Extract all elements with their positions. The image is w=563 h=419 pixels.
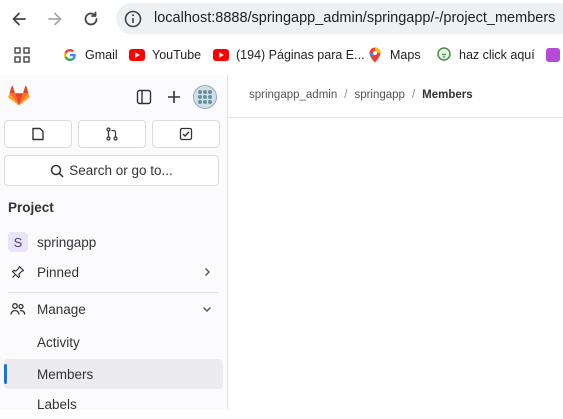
bookmark-label: Gmail	[85, 48, 118, 62]
users-icon	[8, 299, 28, 319]
breadcrumb-link-namespace[interactable]: springapp_admin	[249, 89, 337, 101]
site-info-icon[interactable]	[123, 9, 143, 29]
sidebar-item-labels[interactable]: Labels	[0, 389, 227, 419]
sidebar-item-project[interactable]: S springapp	[0, 227, 227, 257]
active-indicator	[4, 364, 7, 384]
bookmark-gmail[interactable]: Gmail	[62, 46, 118, 64]
plus-icon[interactable]	[166, 89, 182, 105]
avatar[interactable]	[193, 85, 217, 109]
breadcrumb-current: Members	[422, 89, 473, 101]
merge-request-icon	[106, 127, 118, 141]
sidebar-item-label: Labels	[37, 396, 77, 412]
sidebar-item-label: Activity	[37, 334, 80, 350]
apps-grid-icon	[14, 47, 30, 63]
maps-pin-icon	[367, 47, 383, 63]
sidebar-header	[0, 75, 227, 117]
manage-label: Manage	[37, 301, 86, 317]
main-content	[228, 118, 563, 410]
bulb-icon	[436, 47, 452, 63]
sidebar-item-pinned[interactable]: Pinned	[0, 257, 227, 287]
breadcrumb: springapp_admin / springapp / Members	[228, 75, 563, 118]
todo-check-icon	[179, 127, 193, 141]
address-bar[interactable]: localhost:8888/springapp_admin/springapp…	[116, 3, 563, 34]
pinned-label: Pinned	[37, 264, 80, 280]
breadcrumb-separator: /	[344, 89, 348, 101]
issues-button[interactable]	[4, 120, 72, 148]
apps-button[interactable]	[14, 46, 30, 64]
reload-icon	[84, 11, 98, 26]
google-icon	[62, 47, 78, 63]
purple-bookmark-icon	[546, 48, 560, 62]
arrow-left-icon	[12, 12, 26, 26]
bookmark-label: Maps	[390, 48, 421, 62]
gitlab-logo-icon[interactable]	[8, 85, 30, 107]
bookmark-haz-click[interactable]: haz click aquí	[436, 46, 535, 64]
browser-toolbar: localhost:8888/springapp_admin/springapp…	[0, 0, 563, 38]
sidebar-divider	[8, 292, 218, 293]
project-avatar: S	[8, 232, 28, 252]
bookmark-maps[interactable]: Maps	[367, 46, 421, 64]
bookmark-paginas[interactable]: (194) Páginas para E...	[213, 46, 365, 64]
search-icon	[50, 164, 64, 178]
breadcrumb-separator: /	[411, 89, 416, 101]
bookmark-overflow[interactable]	[546, 46, 560, 64]
sidebar-toggle-icon[interactable]	[136, 89, 152, 105]
search-label: Search or go to...	[69, 163, 173, 178]
search-button[interactable]: Search or go to...	[4, 155, 219, 186]
back-button[interactable]	[7, 7, 31, 31]
breadcrumb-trail: springapp_admin / springapp / Members	[249, 89, 473, 101]
section-title: Project	[8, 200, 54, 215]
todo-button[interactable]	[152, 120, 220, 148]
sidebar-item-activity[interactable]: Activity	[0, 327, 227, 357]
bookmarks-bar: Gmail YouTube (194) Páginas para E... Ma…	[0, 38, 563, 72]
url-text: localhost:8888/springapp_admin/springapp…	[154, 10, 556, 26]
sidebar: Search or go to... Project S springapp P…	[0, 75, 228, 412]
sidebar-item-members[interactable]: Members	[4, 359, 223, 389]
chevron-right-icon	[200, 265, 214, 279]
bookmark-label: YouTube	[152, 48, 202, 62]
forward-button[interactable]	[43, 7, 67, 31]
pin-icon	[8, 262, 28, 282]
youtube-icon	[129, 47, 145, 63]
bookmark-label: (194) Páginas para E...	[236, 48, 365, 62]
arrow-right-icon	[48, 12, 62, 26]
youtube-icon	[213, 47, 229, 63]
issues-icon	[32, 127, 44, 141]
sidebar-item-label: Members	[37, 366, 94, 382]
chevron-down-icon	[200, 302, 214, 316]
bookmark-youtube[interactable]: YouTube	[129, 46, 201, 64]
breadcrumb-link-project[interactable]: springapp	[354, 89, 405, 101]
bookmark-label: haz click aquí	[459, 48, 535, 62]
merge-requests-button[interactable]	[78, 120, 146, 148]
sidebar-item-manage[interactable]: Manage	[0, 294, 227, 324]
reload-button[interactable]	[79, 7, 103, 31]
project-name: springapp	[37, 234, 97, 250]
